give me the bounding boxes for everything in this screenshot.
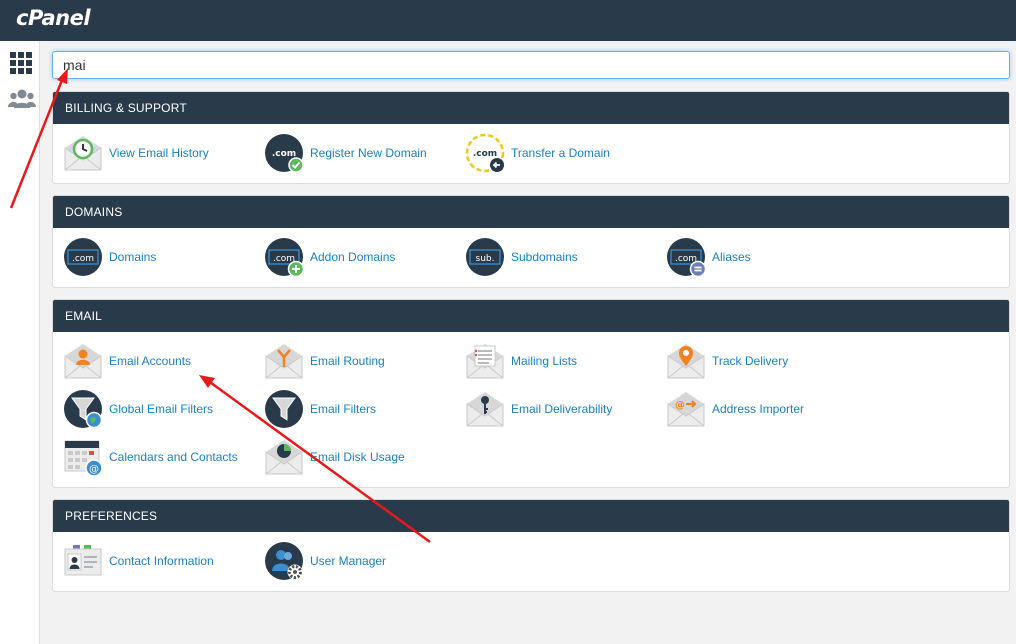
email-disk-usage-icon bbox=[264, 437, 304, 477]
email-routing-icon bbox=[264, 341, 304, 381]
svg-text:sub.: sub. bbox=[476, 254, 495, 264]
email-accounts-icon bbox=[63, 341, 103, 381]
mailing-lists-icon bbox=[465, 341, 505, 381]
svg-text:@: @ bbox=[675, 400, 685, 411]
email-accounts-link[interactable]: Email Accounts bbox=[63, 340, 191, 382]
email-panel: EMAIL Email Accounts Email Routing Maili… bbox=[52, 299, 1010, 488]
register-new-domain-link[interactable]: .com Register New Domain bbox=[264, 132, 427, 174]
addon-domains-link[interactable]: .com Addon Domains bbox=[264, 236, 395, 278]
panel-title: PREFERENCES bbox=[53, 500, 1009, 532]
email-history-icon bbox=[63, 133, 103, 173]
email-routing-link[interactable]: Email Routing bbox=[264, 340, 385, 382]
global-email-filters-link[interactable]: Global Email Filters bbox=[63, 388, 213, 430]
email-filters-icon bbox=[264, 389, 304, 429]
sidebar bbox=[0, 41, 40, 644]
search-input[interactable] bbox=[52, 51, 1010, 79]
users-icon[interactable] bbox=[8, 86, 36, 112]
panel-title: BILLING & SUPPORT bbox=[53, 92, 1009, 124]
user-manager-link[interactable]: User Manager bbox=[264, 540, 386, 582]
grid-icon[interactable] bbox=[8, 50, 34, 76]
subdomains-icon: sub. bbox=[465, 237, 505, 277]
register-domain-icon: .com bbox=[264, 133, 304, 173]
email-deliverability-link[interactable]: Email Deliverability bbox=[465, 388, 612, 430]
track-delivery-icon bbox=[666, 341, 706, 381]
top-header: cPanel bbox=[0, 0, 1016, 41]
cpanel-logo[interactable]: cPanel bbox=[16, 6, 91, 30]
address-importer-link[interactable]: @ Address Importer bbox=[666, 388, 804, 430]
subdomains-link[interactable]: sub. Subdomains bbox=[465, 236, 578, 278]
billing-support-panel: BILLING & SUPPORT View Email History .co… bbox=[52, 91, 1010, 184]
addon-domains-icon: .com bbox=[264, 237, 304, 277]
domains-icon: .com bbox=[63, 237, 103, 277]
email-filters-link[interactable]: Email Filters bbox=[264, 388, 376, 430]
view-email-history-link[interactable]: View Email History bbox=[63, 132, 209, 174]
mailing-lists-link[interactable]: Mailing Lists bbox=[465, 340, 577, 382]
track-delivery-link[interactable]: Track Delivery bbox=[666, 340, 788, 382]
transfer-domain-icon: .com bbox=[465, 133, 505, 173]
calendars-contacts-icon: @ bbox=[64, 440, 103, 477]
global-email-filters-icon bbox=[63, 389, 103, 429]
main-content: BILLING & SUPPORT View Email History .co… bbox=[40, 41, 1016, 644]
email-deliverability-icon bbox=[465, 389, 505, 429]
domains-link[interactable]: .com Domains bbox=[63, 236, 156, 278]
email-disk-usage-link[interactable]: Email Disk Usage bbox=[264, 436, 405, 478]
contact-information-icon bbox=[64, 545, 102, 576]
panel-title: EMAIL bbox=[53, 300, 1009, 332]
svg-text:.com: .com bbox=[72, 254, 94, 264]
aliases-icon: .com bbox=[666, 237, 706, 277]
svg-text:@: @ bbox=[89, 464, 99, 475]
user-manager-icon bbox=[264, 541, 304, 581]
address-importer-icon: @ bbox=[666, 389, 706, 429]
preferences-panel: PREFERENCES Contact Information User Man… bbox=[52, 499, 1010, 592]
svg-text:.com: .com bbox=[272, 149, 296, 159]
domains-panel: DOMAINS .com Domains .com Addon Domains bbox=[52, 195, 1010, 288]
transfer-domain-link[interactable]: .com Transfer a Domain bbox=[465, 132, 610, 174]
contact-information-link[interactable]: Contact Information bbox=[63, 540, 214, 582]
calendars-contacts-link[interactable]: @ Calendars and Contacts bbox=[63, 436, 238, 478]
panel-title: DOMAINS bbox=[53, 196, 1009, 228]
svg-text:.com: .com bbox=[473, 149, 497, 159]
aliases-link[interactable]: .com Aliases bbox=[666, 236, 751, 278]
